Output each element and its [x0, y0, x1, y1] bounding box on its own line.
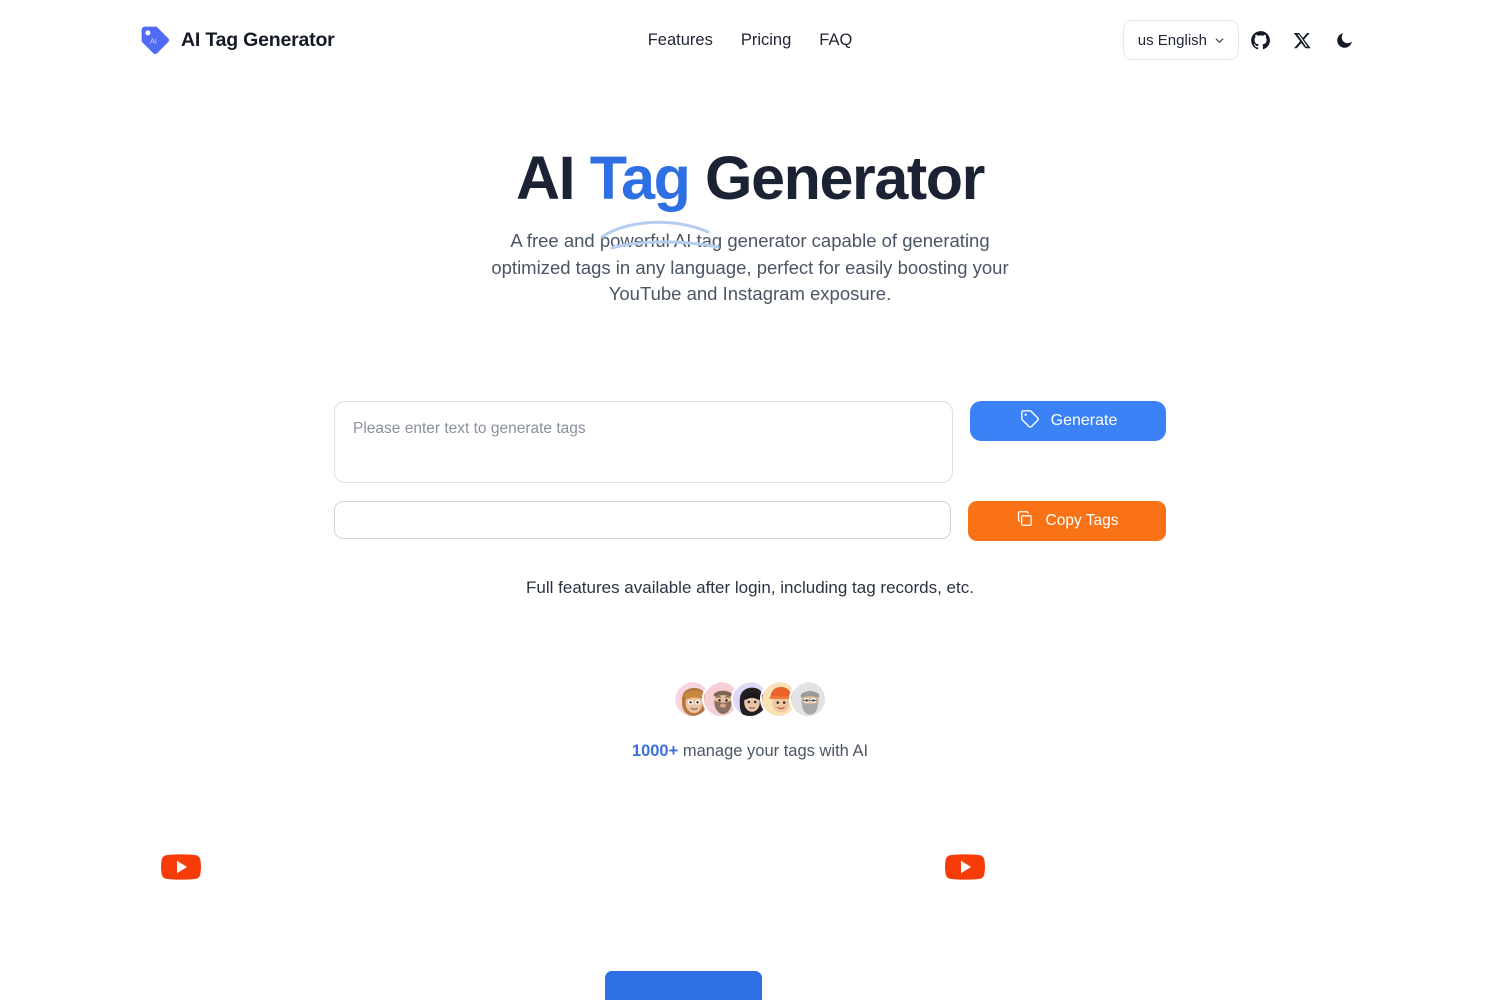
tag-source-textarea[interactable]	[334, 400, 953, 483]
social-proof: 1000+ manage your tags with AI	[0, 679, 1500, 761]
language-label: us English	[1137, 31, 1207, 49]
lower-section	[0, 843, 1500, 1000]
copy-tags-button[interactable]: Copy Tags	[968, 500, 1166, 541]
generate-button-label: Generate	[1050, 411, 1118, 429]
avatar-group	[673, 679, 827, 718]
page-title: AI Tag Generator	[516, 144, 985, 250]
bottom-primary-button[interactable]	[605, 971, 762, 1000]
tag-logo-icon: AI	[138, 23, 172, 57]
header-actions: us English	[1122, 19, 1365, 61]
generate-button[interactable]: Generate	[970, 400, 1166, 441]
login-note: Full features available after login, inc…	[526, 577, 974, 597]
tag-outline-icon	[1019, 408, 1040, 434]
hero-subtitle: A free and powerful AI tag generator cap…	[491, 230, 1009, 305]
copy-icon	[1016, 509, 1035, 533]
brand-name: AI Tag Generator	[181, 28, 335, 51]
title-part-1: AI	[516, 144, 590, 212]
generated-tags-input[interactable]	[334, 500, 951, 539]
github-icon[interactable]	[1239, 19, 1281, 61]
hero-section: AI Tag Generator A free and powerful AI …	[0, 80, 1500, 308]
youtube-icon-left[interactable]	[161, 853, 201, 881]
dark-mode-icon[interactable]	[1323, 19, 1365, 61]
brand-logo[interactable]: AI AI Tag Generator	[138, 23, 335, 57]
language-selector[interactable]: us English	[1122, 20, 1239, 60]
x-twitter-icon[interactable]	[1281, 19, 1323, 61]
social-proof-tagline: manage your tags with AI	[682, 741, 869, 760]
user-count: 1000+	[631, 741, 679, 760]
nav-link-features[interactable]: Features	[646, 27, 715, 54]
title-accent: Tag	[589, 144, 691, 212]
nav-link-faq[interactable]: FAQ	[817, 27, 854, 54]
svg-text:AI: AI	[150, 37, 157, 46]
social-proof-text: 1000+ manage your tags with AI	[0, 742, 1500, 761]
result-row: Copy Tags	[334, 500, 1166, 541]
avatar-5	[789, 679, 827, 718]
input-row: Generate	[334, 400, 1166, 483]
main-nav: Features Pricing FAQ	[646, 27, 855, 54]
generator-form: Generate Copy Tags Full features availab…	[334, 400, 1166, 598]
nav-link-pricing[interactable]: Pricing	[739, 27, 793, 54]
title-part-2: Generator	[689, 144, 985, 212]
site-header: AI AI Tag Generator Features Pricing FAQ…	[0, 0, 1500, 80]
chevron-down-icon	[1213, 34, 1226, 47]
copy-tags-button-label: Copy Tags	[1045, 511, 1119, 529]
youtube-icon-right[interactable]	[945, 853, 985, 881]
